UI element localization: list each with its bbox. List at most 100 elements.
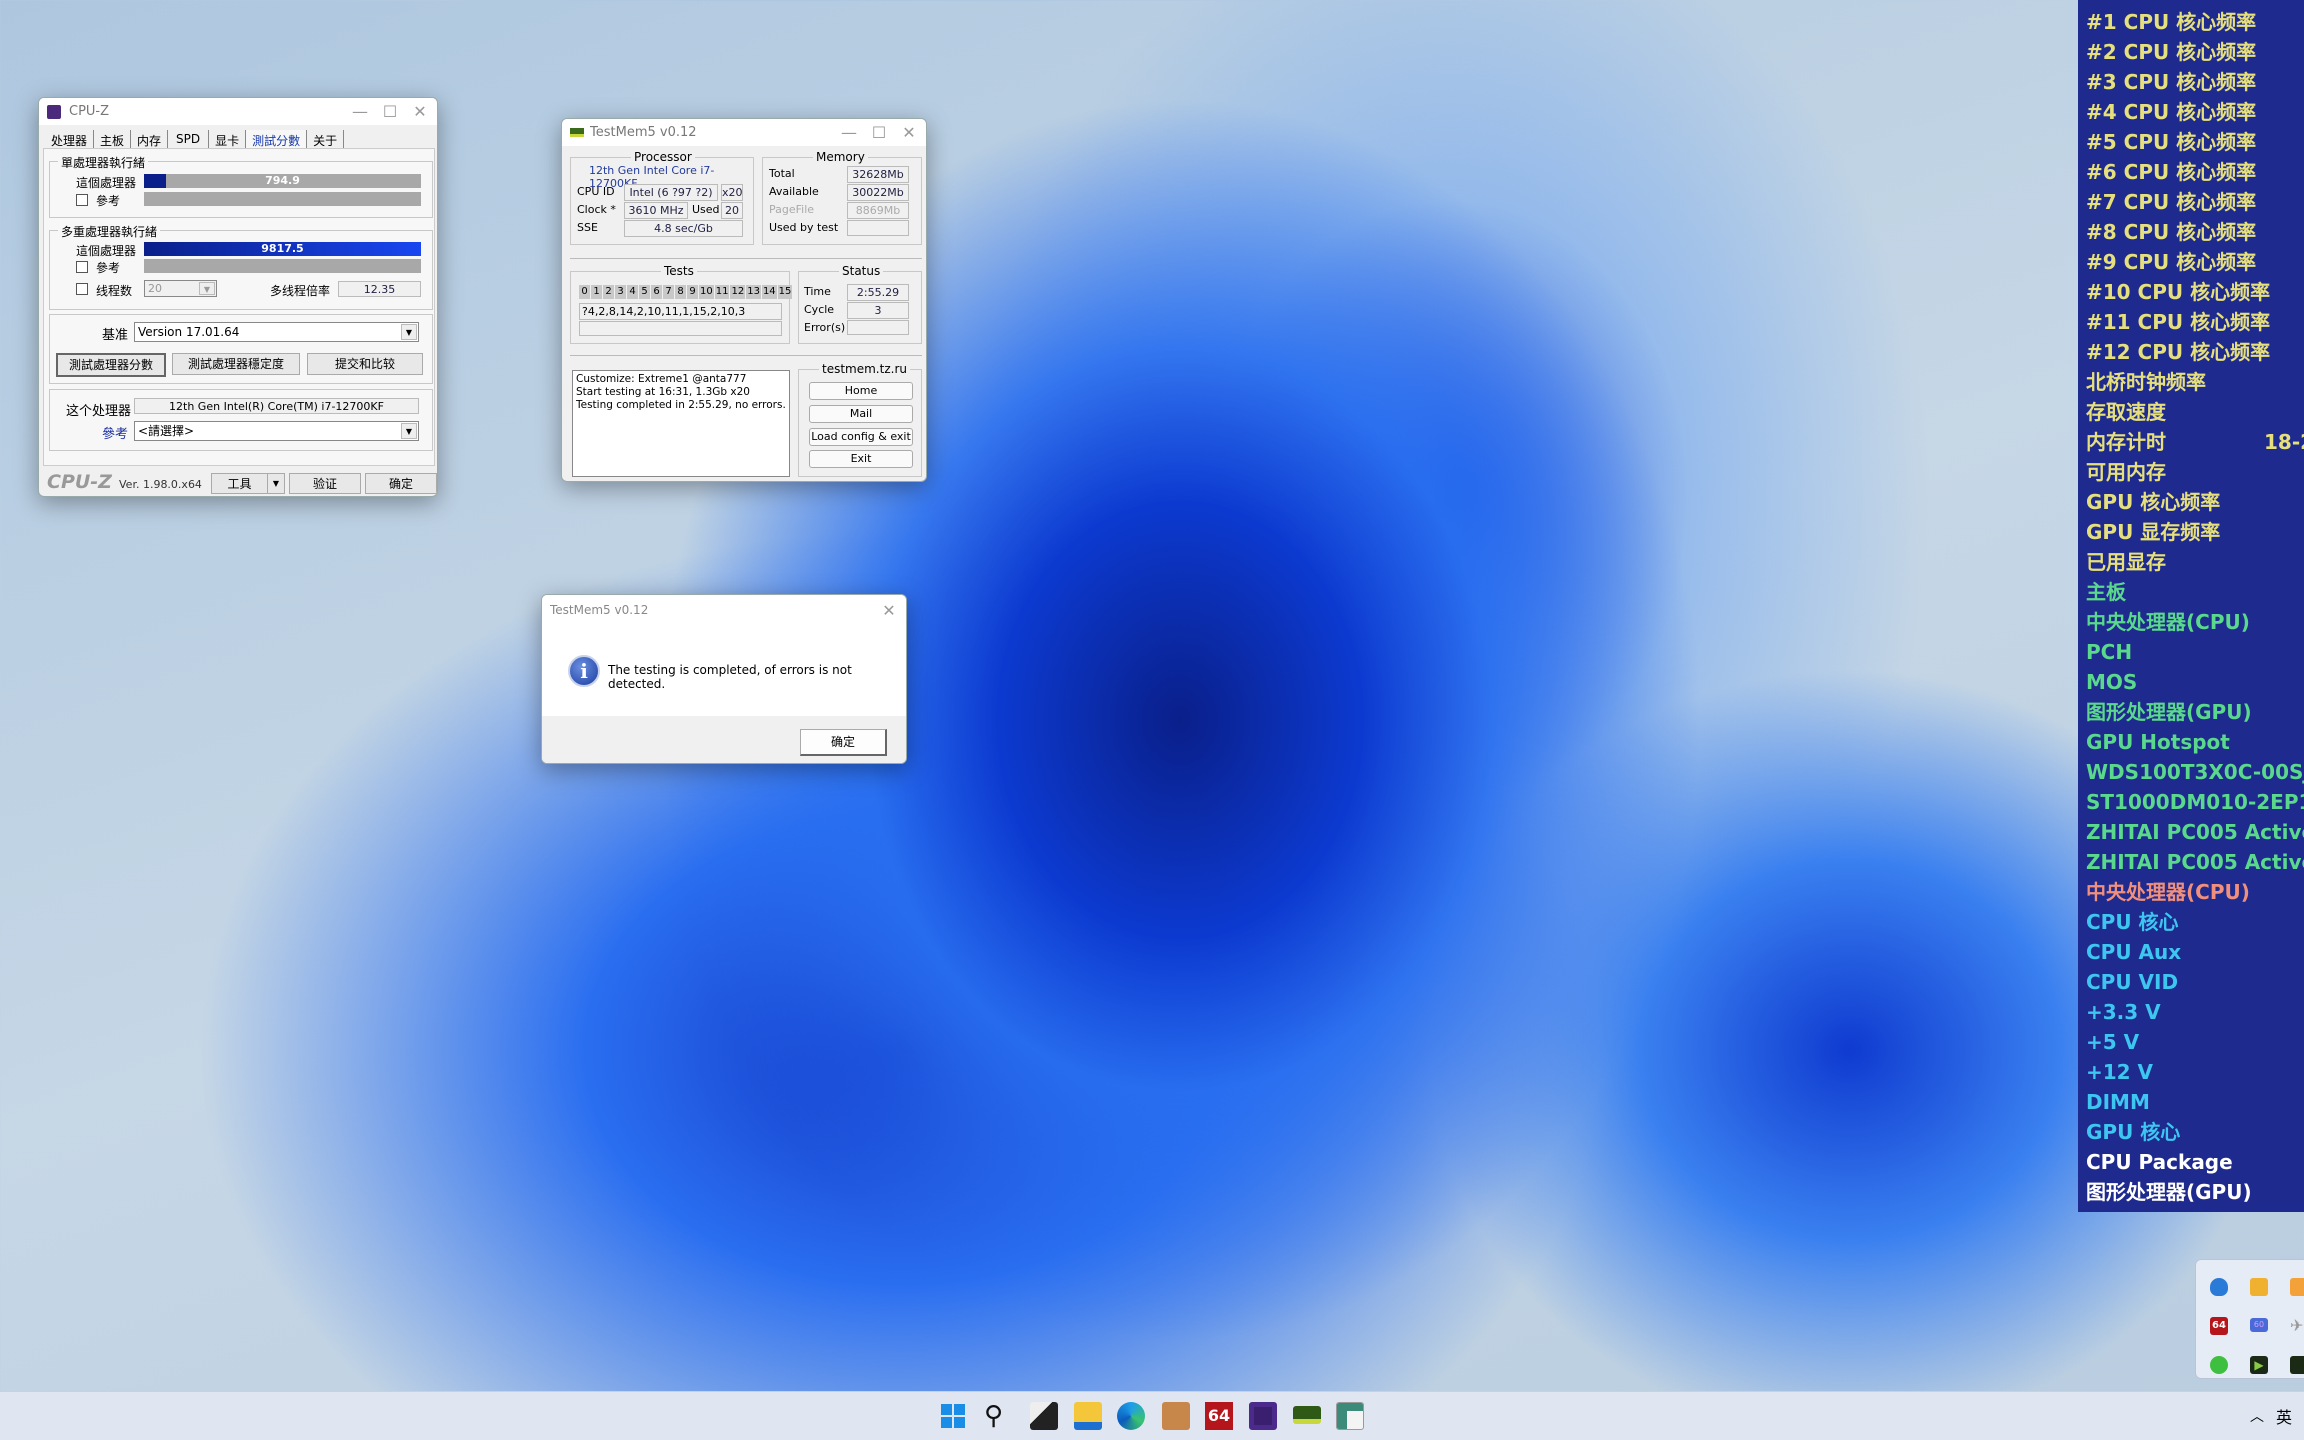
cpuid-value: Intel (6 ?97 ?2) (624, 184, 718, 201)
sensor-row: CPU Package (2086, 1147, 2233, 1177)
aida64-tray-icon[interactable]: 64 (2210, 1317, 2228, 1335)
used-label: Used (692, 203, 720, 216)
sensor-label: GPU 核心频率 (2086, 490, 2221, 514)
validate-button[interactable]: 验证 (289, 473, 361, 494)
ime-indicator[interactable]: 英 (2276, 1404, 2292, 1428)
package-app-icon[interactable] (1162, 1402, 1190, 1430)
sensor-label: +5 V (2086, 1030, 2140, 1054)
mail-button[interactable]: Mail (809, 405, 913, 423)
sensor-label: #6 CPU 核心频率 (2086, 160, 2257, 184)
testmem-icon[interactable] (1293, 1406, 1321, 1424)
fire-app-icon[interactable] (2250, 1278, 2268, 1296)
single-score-bar: 794.9 (144, 174, 421, 188)
dialog-title: TestMem5 v0.12 (550, 603, 649, 617)
cpuz-titlebar[interactable]: CPU-Z — ☐ ✕ (39, 98, 437, 125)
sensor-row: 图形处理器(GPU) (2086, 1177, 2252, 1207)
bench-version-select[interactable]: Version 17.01.64 ▼ (134, 322, 419, 342)
maximize-button[interactable]: ☐ (864, 123, 894, 142)
test-cell: 7 (663, 285, 674, 299)
cpuz-window: CPU-Z — ☐ ✕ 处理器 主板 内存 SPD 显卡 測試分數 关于 單處理… (38, 97, 438, 497)
sensor-label: #1 CPU 核心频率 (2086, 10, 2257, 34)
exit-button[interactable]: Exit (809, 450, 913, 468)
sensor-panel: #1 CPU 核心频率 #2 CPU 核心频率 #3 CPU 核心频率 #4 CPU … (2078, 0, 2304, 1212)
site-link[interactable]: testmem.tz.ru (819, 362, 910, 376)
sensor-row: 已用显存 (2086, 547, 2166, 577)
chevron-down-icon: ▼ (199, 282, 215, 295)
ok-button[interactable]: 确定 (365, 473, 437, 494)
file-explorer-icon[interactable] (1074, 1402, 1102, 1430)
close-button[interactable]: ✕ (874, 601, 904, 620)
used-by-test-label: Used by test (769, 221, 839, 234)
multi-score-bar: 9817.5 (144, 242, 421, 256)
multi-score-value: 9817.5 (261, 242, 304, 255)
sensor-label: 中央处理器(CPU) (2086, 610, 2250, 634)
sensor-row: 北桥时钟频率 (2086, 367, 2206, 397)
maximize-button[interactable]: ☐ (375, 102, 405, 121)
test-cell: 8 (675, 285, 686, 299)
used-by-test-value (847, 220, 909, 236)
dialog-titlebar[interactable]: TestMem5 v0.12 ✕ (542, 595, 906, 625)
sensor-label: ZHITAI PC005 Active 1 (2086, 820, 2304, 844)
test-cell: 1 (591, 285, 602, 299)
search-icon[interactable]: ⚲ (984, 1402, 1012, 1430)
sensor-row: CPU VID (2086, 967, 2178, 997)
sse-label: SSE (577, 221, 598, 234)
nvidia-icon[interactable] (2290, 1356, 2304, 1374)
home-button[interactable]: Home (809, 382, 913, 400)
chevron-down-icon: ▼ (401, 423, 417, 439)
sensor-row: #6 CPU 核心频率 (2086, 157, 2256, 187)
sensor-row: ZHITAI PC005 Active 1 (2086, 847, 2304, 877)
tools-button[interactable]: 工具 (211, 473, 268, 494)
defender-icon[interactable] (2210, 1278, 2228, 1296)
submit-compare-button[interactable]: 提交和比较 (307, 353, 423, 375)
time-value: 2:55.29 (847, 284, 909, 301)
load-config-exit-button[interactable]: Load config & exit (809, 428, 913, 446)
razer-icon[interactable] (2210, 1356, 2228, 1374)
sensor-row: #10 CPU 核心频率 (2086, 277, 2270, 307)
arrow-app-icon[interactable]: ▶ (2250, 1356, 2268, 1374)
aida64-icon[interactable]: 64 (1205, 1402, 1233, 1430)
group-title: Status (839, 264, 884, 278)
reference-select[interactable]: <請選擇> ▼ (134, 421, 419, 441)
log-box[interactable]: Customize: Extreme1 @anta777 Start testi… (572, 370, 790, 477)
sensor-row: GPU Hotspot (2086, 727, 2230, 757)
testmem-titlebar[interactable]: TestMem5 v0.12 — ☐ ✕ (562, 119, 926, 146)
test-cell: 3 (615, 285, 626, 299)
bench-cpu-button[interactable]: 測試處理器分數 (56, 353, 166, 377)
test-cell: 14 (761, 285, 777, 299)
task-view-icon[interactable] (1030, 1402, 1058, 1430)
this-processor-label: 這個處理器 (76, 244, 137, 258)
window-app-icon[interactable] (2290, 1278, 2304, 1296)
close-button[interactable]: ✕ (405, 102, 435, 121)
test-cell: 6 (651, 285, 662, 299)
sensor-value: 18-2 (2264, 430, 2304, 454)
sensor-row: #12 CPU 核心频率 (2086, 337, 2270, 367)
threads-checkbox[interactable] (76, 283, 88, 295)
close-button[interactable]: ✕ (894, 123, 924, 142)
start-icon[interactable] (941, 1404, 965, 1428)
test-cell: 2 (603, 285, 614, 299)
test-cell: 15 (777, 285, 793, 299)
dialog-ok-button[interactable]: 确定 (800, 729, 887, 756)
edge-icon[interactable] (1117, 1402, 1145, 1430)
sensor-label: +3.3 V (2086, 1000, 2161, 1024)
single-ref-checkbox[interactable] (76, 194, 88, 206)
sensor-row: 存取速度 (2086, 397, 2166, 427)
tray-chevron-up-icon[interactable]: ︿ (2250, 1406, 2264, 1426)
sensor-row: #3 CPU 核心频率 (2086, 67, 2256, 97)
minimize-button[interactable]: — (834, 123, 864, 142)
threads-select[interactable]: 20 ▼ (144, 280, 217, 297)
multi-ref-checkbox[interactable] (76, 261, 88, 273)
sensor-row: #11 CPU 核心频率 (2086, 307, 2270, 337)
processor-name: 12th Gen Intel(R) Core(TM) i7-12700KF (134, 398, 419, 414)
minimize-button[interactable]: — (345, 102, 375, 121)
version-label: Ver. 1.98.0.x64 (119, 478, 202, 491)
sensor-label: 图形处理器(GPU) (2086, 700, 2252, 724)
monitor-60-icon[interactable]: 60 (2250, 1318, 2268, 1332)
notepad-icon[interactable] (1336, 1402, 1364, 1430)
cpu-z-icon[interactable] (1249, 1402, 1277, 1430)
stress-cpu-button[interactable]: 測試處理器穩定度 (172, 353, 300, 375)
multi-thread-group: 多重處理器執行緒 這個處理器 9817.5 參考 线程数 20 ▼ 多线程倍率 1… (49, 223, 433, 310)
plane-icon[interactable]: ✈ (2290, 1317, 2304, 1335)
tools-dropdown-button[interactable]: ▼ (267, 473, 285, 494)
